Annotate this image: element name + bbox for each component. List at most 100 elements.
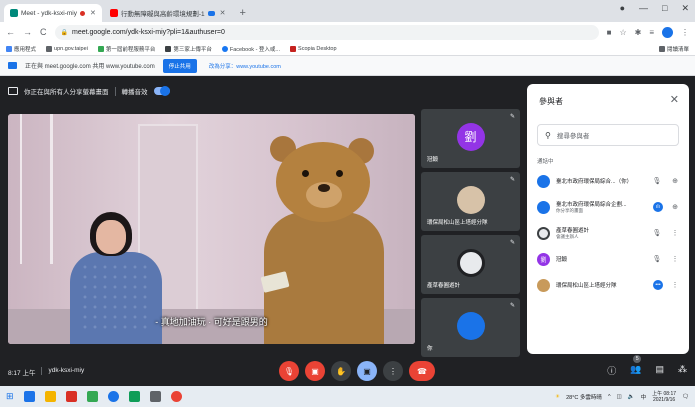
- leave-call-button[interactable]: ☎: [409, 361, 435, 381]
- list-item[interactable]: 劉 冠鍛 🎙 ⋮: [527, 246, 689, 272]
- close-icon[interactable]: ✕: [670, 93, 679, 106]
- forward-icon[interactable]: →: [23, 27, 32, 37]
- network-icon[interactable]: ◫: [617, 394, 622, 400]
- mic-muted-icon: 🎙: [652, 178, 662, 185]
- pin-icon[interactable]: ✎: [510, 176, 515, 183]
- list-item[interactable]: 環保局松山區上塔經分隊 ••• ⋮: [527, 272, 689, 298]
- chat-icon[interactable]: ▤: [655, 364, 664, 377]
- participant-name: 臺北市政府環保局綜合...（你）: [556, 179, 633, 185]
- cast-icon: [207, 10, 215, 16]
- meeting-time: 8:17 上午: [8, 370, 36, 377]
- close-window-button[interactable]: ✕: [681, 3, 689, 14]
- pin-icon[interactable]: ✎: [510, 239, 515, 246]
- taskbar-app-icon[interactable]: [149, 391, 161, 402]
- tab-title: Meet - ydk-ksxi-miy: [21, 9, 77, 17]
- list-item[interactable]: 臺北市政府環保局綜合...（你） 🎙 ⊕: [527, 168, 689, 194]
- bookmark-platform[interactable]: 第一屆前程服務平台: [97, 45, 155, 53]
- volume-icon[interactable]: 🔈: [628, 394, 635, 400]
- maximize-button[interactable]: □: [662, 3, 667, 14]
- clock-date: 2021/9/16: [652, 396, 676, 403]
- switch-share-button[interactable]: 改為分享：www.youtube.com: [205, 59, 285, 73]
- participant-tile[interactable]: ✎ 產草春圓遊計: [421, 235, 520, 294]
- pin-icon[interactable]: ✎: [510, 302, 515, 309]
- reload-icon[interactable]: C: [40, 27, 47, 37]
- more-options-icon[interactable]: ⋮: [669, 229, 681, 237]
- pin-icon[interactable]: ⊕: [669, 177, 681, 185]
- avatar: [537, 200, 550, 214]
- reading-list-icon[interactable]: ≡: [649, 28, 654, 37]
- system-tray: ☀ 28°C 多雲時晴 ^ ◫ 🔈 中 上午 08:17 2021/9/16 🗨: [555, 391, 689, 403]
- participant-tile[interactable]: ✎ 劉 冠鍛: [421, 109, 520, 168]
- reading-list-icon: [658, 45, 665, 52]
- back-icon[interactable]: ←: [6, 27, 15, 37]
- camera-icon[interactable]: ■: [607, 28, 612, 37]
- taskbar-app-icon[interactable]: [23, 391, 35, 402]
- more-options-icon[interactable]: ⋮: [669, 255, 681, 263]
- list-item[interactable]: 臺北市政府環保局綜合企劃... 你分享的畫面 ılı ⊕: [527, 194, 689, 220]
- bookmark-upload[interactable]: 第三家上傳平台: [165, 45, 212, 53]
- taskbar-app-icon[interactable]: [107, 391, 119, 402]
- participant-list: 臺北市政府環保局綜合...（你） 🎙 ⊕ 臺北市政府環保局綜合企劃... 你分享…: [527, 168, 689, 298]
- participant-name: 冠鍛: [556, 257, 568, 263]
- avatar[interactable]: [662, 26, 673, 38]
- raise-hand-button[interactable]: ✋: [331, 361, 351, 381]
- participant-tile[interactable]: ✎ 環保局松山區上塔經分隊: [421, 172, 520, 231]
- bookmark-scopia[interactable]: Scopia Desktop: [290, 45, 337, 52]
- woman-face: [96, 220, 126, 254]
- meeting-info: 8:17 上午 ydk-ksxi-miy: [8, 367, 84, 377]
- taskbar-app-icon[interactable]: [65, 391, 77, 402]
- camera-toggle-button[interactable]: ▣: [305, 361, 325, 381]
- share-notice-text: 正在與 meet.google.com 共用 www.youtube.com: [25, 64, 155, 70]
- reading-list-button[interactable]: 閱讀清單: [658, 45, 689, 53]
- facebook-icon: [221, 45, 228, 52]
- activities-icon[interactable]: ⁂: [678, 364, 687, 377]
- main-video: - 真地加油玩 · 可好是跟男的: [8, 114, 415, 344]
- profile-icon[interactable]: ●: [620, 3, 625, 14]
- audio-toggle[interactable]: [153, 86, 170, 96]
- more-options-button[interactable]: ⋮: [383, 361, 403, 381]
- bookmark-facebook[interactable]: Facebook - 登入或...: [221, 45, 280, 53]
- info-icon[interactable]: ⓘ: [607, 364, 616, 377]
- menu-icon[interactable]: ⋮: [681, 28, 689, 37]
- meet-control-bar: 8:17 上午 ydk-ksxi-miy 🎙 ▣ ✋ ▣ ⋮ ☎ ⓘ 👥 5 ▤…: [0, 355, 695, 386]
- participant-subtitle: 會議主辦人: [556, 234, 579, 239]
- taskbar-app-icon[interactable]: [86, 391, 98, 402]
- extension-icon[interactable]: ✱: [635, 28, 642, 37]
- stop-sharing-button[interactable]: 停止共用: [162, 58, 197, 73]
- bookmark-apps[interactable]: 應用程式: [6, 45, 36, 53]
- tab-meet[interactable]: Meet - ydk-ksxi-miy ✕: [4, 4, 102, 22]
- notifications-icon[interactable]: 🗨: [682, 394, 689, 400]
- tab-youtube[interactable]: 行動無障礙與高齡環境規劃-1 ✕: [104, 4, 232, 22]
- video-caption: - 真地加油玩 · 可好是跟男的: [155, 317, 268, 327]
- pin-icon[interactable]: ⊕: [669, 203, 681, 211]
- present-button[interactable]: ▣: [357, 361, 377, 381]
- participant-tile[interactable]: ✎ 你: [421, 298, 520, 357]
- speaking-icon: •••: [653, 280, 663, 290]
- taskbar-app-icon[interactable]: [44, 391, 56, 402]
- divider: [114, 86, 116, 96]
- mic-toggle-button[interactable]: 🎙: [279, 361, 299, 381]
- more-options-icon[interactable]: ⋮: [669, 281, 681, 289]
- list-item[interactable]: 產草春圓遊計 會議主辦人 🎙 ⋮: [527, 220, 689, 246]
- url-field[interactable]: 🔒 meet.google.com/ydk-ksxi-miy?pli=1&aut…: [54, 24, 599, 40]
- tray-chevron-icon[interactable]: ^: [608, 394, 611, 400]
- participant-name: 臺北市政府環保局綜合企劃...: [556, 202, 627, 208]
- close-tab-icon[interactable]: ✕: [90, 9, 96, 17]
- url-text: meet.google.com/ydk-ksxi-miy?pli=1&authu…: [71, 28, 225, 36]
- participants-panel: 參與者 ✕ ⚲ 搜尋參與者 通話中 臺北市政府環保局綜合...（你） 🎙 ⊕ 臺…: [527, 84, 689, 354]
- search-input[interactable]: ⚲ 搜尋參與者: [537, 124, 679, 146]
- presentation-bar: 你正在與所有人分享螢幕畫面 轉播音效: [8, 84, 170, 98]
- taskbar-app-icon[interactable]: [170, 391, 182, 402]
- minimize-button[interactable]: —: [639, 3, 648, 14]
- participants-button[interactable]: 👥 5: [630, 355, 641, 377]
- new-tab-button[interactable]: +: [234, 4, 252, 22]
- bookmark-upn[interactable]: upn.gov.taipei: [46, 45, 88, 52]
- start-icon[interactable]: ⊞: [6, 391, 14, 402]
- pin-icon[interactable]: ✎: [510, 113, 515, 120]
- star-icon[interactable]: ☆: [619, 28, 626, 37]
- taskbar-app-icon[interactable]: [128, 391, 140, 402]
- avatar: [456, 311, 485, 340]
- close-tab-icon[interactable]: ✕: [220, 9, 226, 17]
- ime-icon[interactable]: 中: [641, 393, 647, 401]
- clock[interactable]: 上午 08:17 2021/9/16: [652, 391, 676, 403]
